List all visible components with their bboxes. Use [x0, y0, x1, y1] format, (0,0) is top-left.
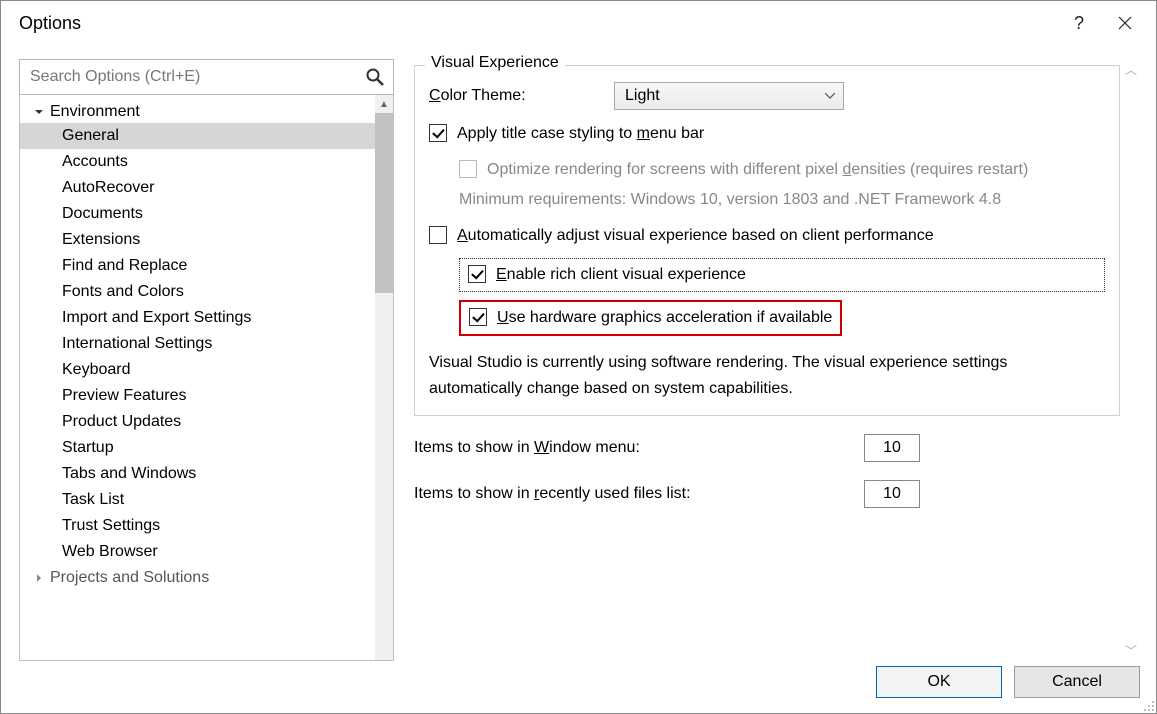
search-input[interactable]: [28, 67, 365, 87]
tree-item[interactable]: Documents: [20, 201, 393, 227]
tree-item[interactable]: Keyboard: [20, 357, 393, 383]
tree-item[interactable]: International Settings: [20, 331, 393, 357]
tree-item[interactable]: Startup: [20, 435, 393, 461]
recent-files-items-input[interactable]: [864, 480, 920, 508]
close-button[interactable]: [1102, 1, 1148, 45]
cancel-button[interactable]: Cancel: [1014, 666, 1140, 698]
focused-option-outline: Enable rich client visual experience: [459, 258, 1105, 292]
checkbox-icon: [459, 160, 477, 178]
search-box[interactable]: [19, 59, 394, 95]
content-scrollbar[interactable]: ︿ ﹀: [1122, 59, 1140, 661]
color-theme-value: Light: [625, 87, 660, 105]
rendering-status: Visual Studio is currently using softwar…: [429, 350, 1105, 401]
window-menu-items-input[interactable]: [864, 434, 920, 462]
rich-client-checkbox[interactable]: Enable rich client visual experience: [468, 263, 1096, 287]
tree-item[interactable]: Trust Settings: [20, 513, 393, 539]
tree-item[interactable]: Web Browser: [20, 539, 393, 565]
tree-item[interactable]: Fonts and Colors: [20, 279, 393, 305]
tree-item[interactable]: Task List: [20, 487, 393, 513]
chevron-down-icon: [825, 92, 835, 100]
scroll-thumb[interactable]: [375, 113, 393, 293]
resize-grip-icon[interactable]: [1141, 698, 1155, 712]
tree-item[interactable]: Import and Export Settings: [20, 305, 393, 331]
tree-items: GeneralAccountsAutoRecoverDocumentsExten…: [20, 123, 393, 565]
window-menu-items-label: Items to show in Window menu:: [414, 439, 844, 457]
tree-item[interactable]: Product Updates: [20, 409, 393, 435]
search-icon: [365, 67, 385, 87]
help-button[interactable]: ?: [1056, 1, 1102, 45]
tree-item[interactable]: Extensions: [20, 227, 393, 253]
checkbox-icon: [429, 226, 447, 244]
auto-adjust-checkbox[interactable]: Automatically adjust visual experience b…: [429, 224, 1105, 248]
tree-item[interactable]: General: [20, 123, 393, 149]
titlecase-checkbox[interactable]: Apply title case styling to menu bar: [429, 122, 1105, 146]
visual-experience-group: Visual Experience Color Theme: Light App…: [414, 65, 1120, 416]
tree-group-truncated[interactable]: Projects and Solutions: [20, 565, 393, 591]
scroll-up-icon: ︿: [1125, 61, 1137, 78]
ok-button[interactable]: OK: [876, 666, 1002, 698]
nav-tree[interactable]: Environment GeneralAccountsAutoRecoverDo…: [19, 95, 394, 661]
tree-item[interactable]: Preview Features: [20, 383, 393, 409]
tree-item[interactable]: AutoRecover: [20, 175, 393, 201]
recent-files-items-label: Items to show in recently used files lis…: [414, 485, 844, 503]
scroll-up-icon[interactable]: ▲: [375, 95, 393, 113]
close-icon: [1118, 16, 1132, 30]
color-theme-label: Color Theme:: [429, 87, 614, 105]
hardware-accel-checkbox[interactable]: Use hardware graphics acceleration if av…: [469, 306, 832, 330]
tree-scrollbar[interactable]: ▲: [375, 95, 393, 660]
checkbox-icon: [468, 265, 486, 283]
min-requirements-note: Minimum requirements: Windows 10, versio…: [459, 188, 1105, 212]
optimize-rendering-checkbox: Optimize rendering for screens with diff…: [459, 158, 1105, 182]
scroll-down-icon: ﹀: [1125, 642, 1137, 659]
title-bar: Options ?: [1, 1, 1156, 45]
tree-group-environment[interactable]: Environment: [20, 101, 393, 123]
tree-item[interactable]: Tabs and Windows: [20, 461, 393, 487]
checkbox-icon: [469, 308, 487, 326]
chevron-down-icon: [32, 105, 46, 119]
checkbox-icon: [429, 124, 447, 142]
highlighted-option: Use hardware graphics acceleration if av…: [459, 300, 842, 336]
group-legend: Visual Experience: [425, 54, 565, 72]
window-title: Options: [19, 13, 1056, 34]
color-theme-select[interactable]: Light: [614, 82, 844, 110]
tree-item[interactable]: Find and Replace: [20, 253, 393, 279]
chevron-right-icon: [32, 571, 46, 585]
tree-item[interactable]: Accounts: [20, 149, 393, 175]
